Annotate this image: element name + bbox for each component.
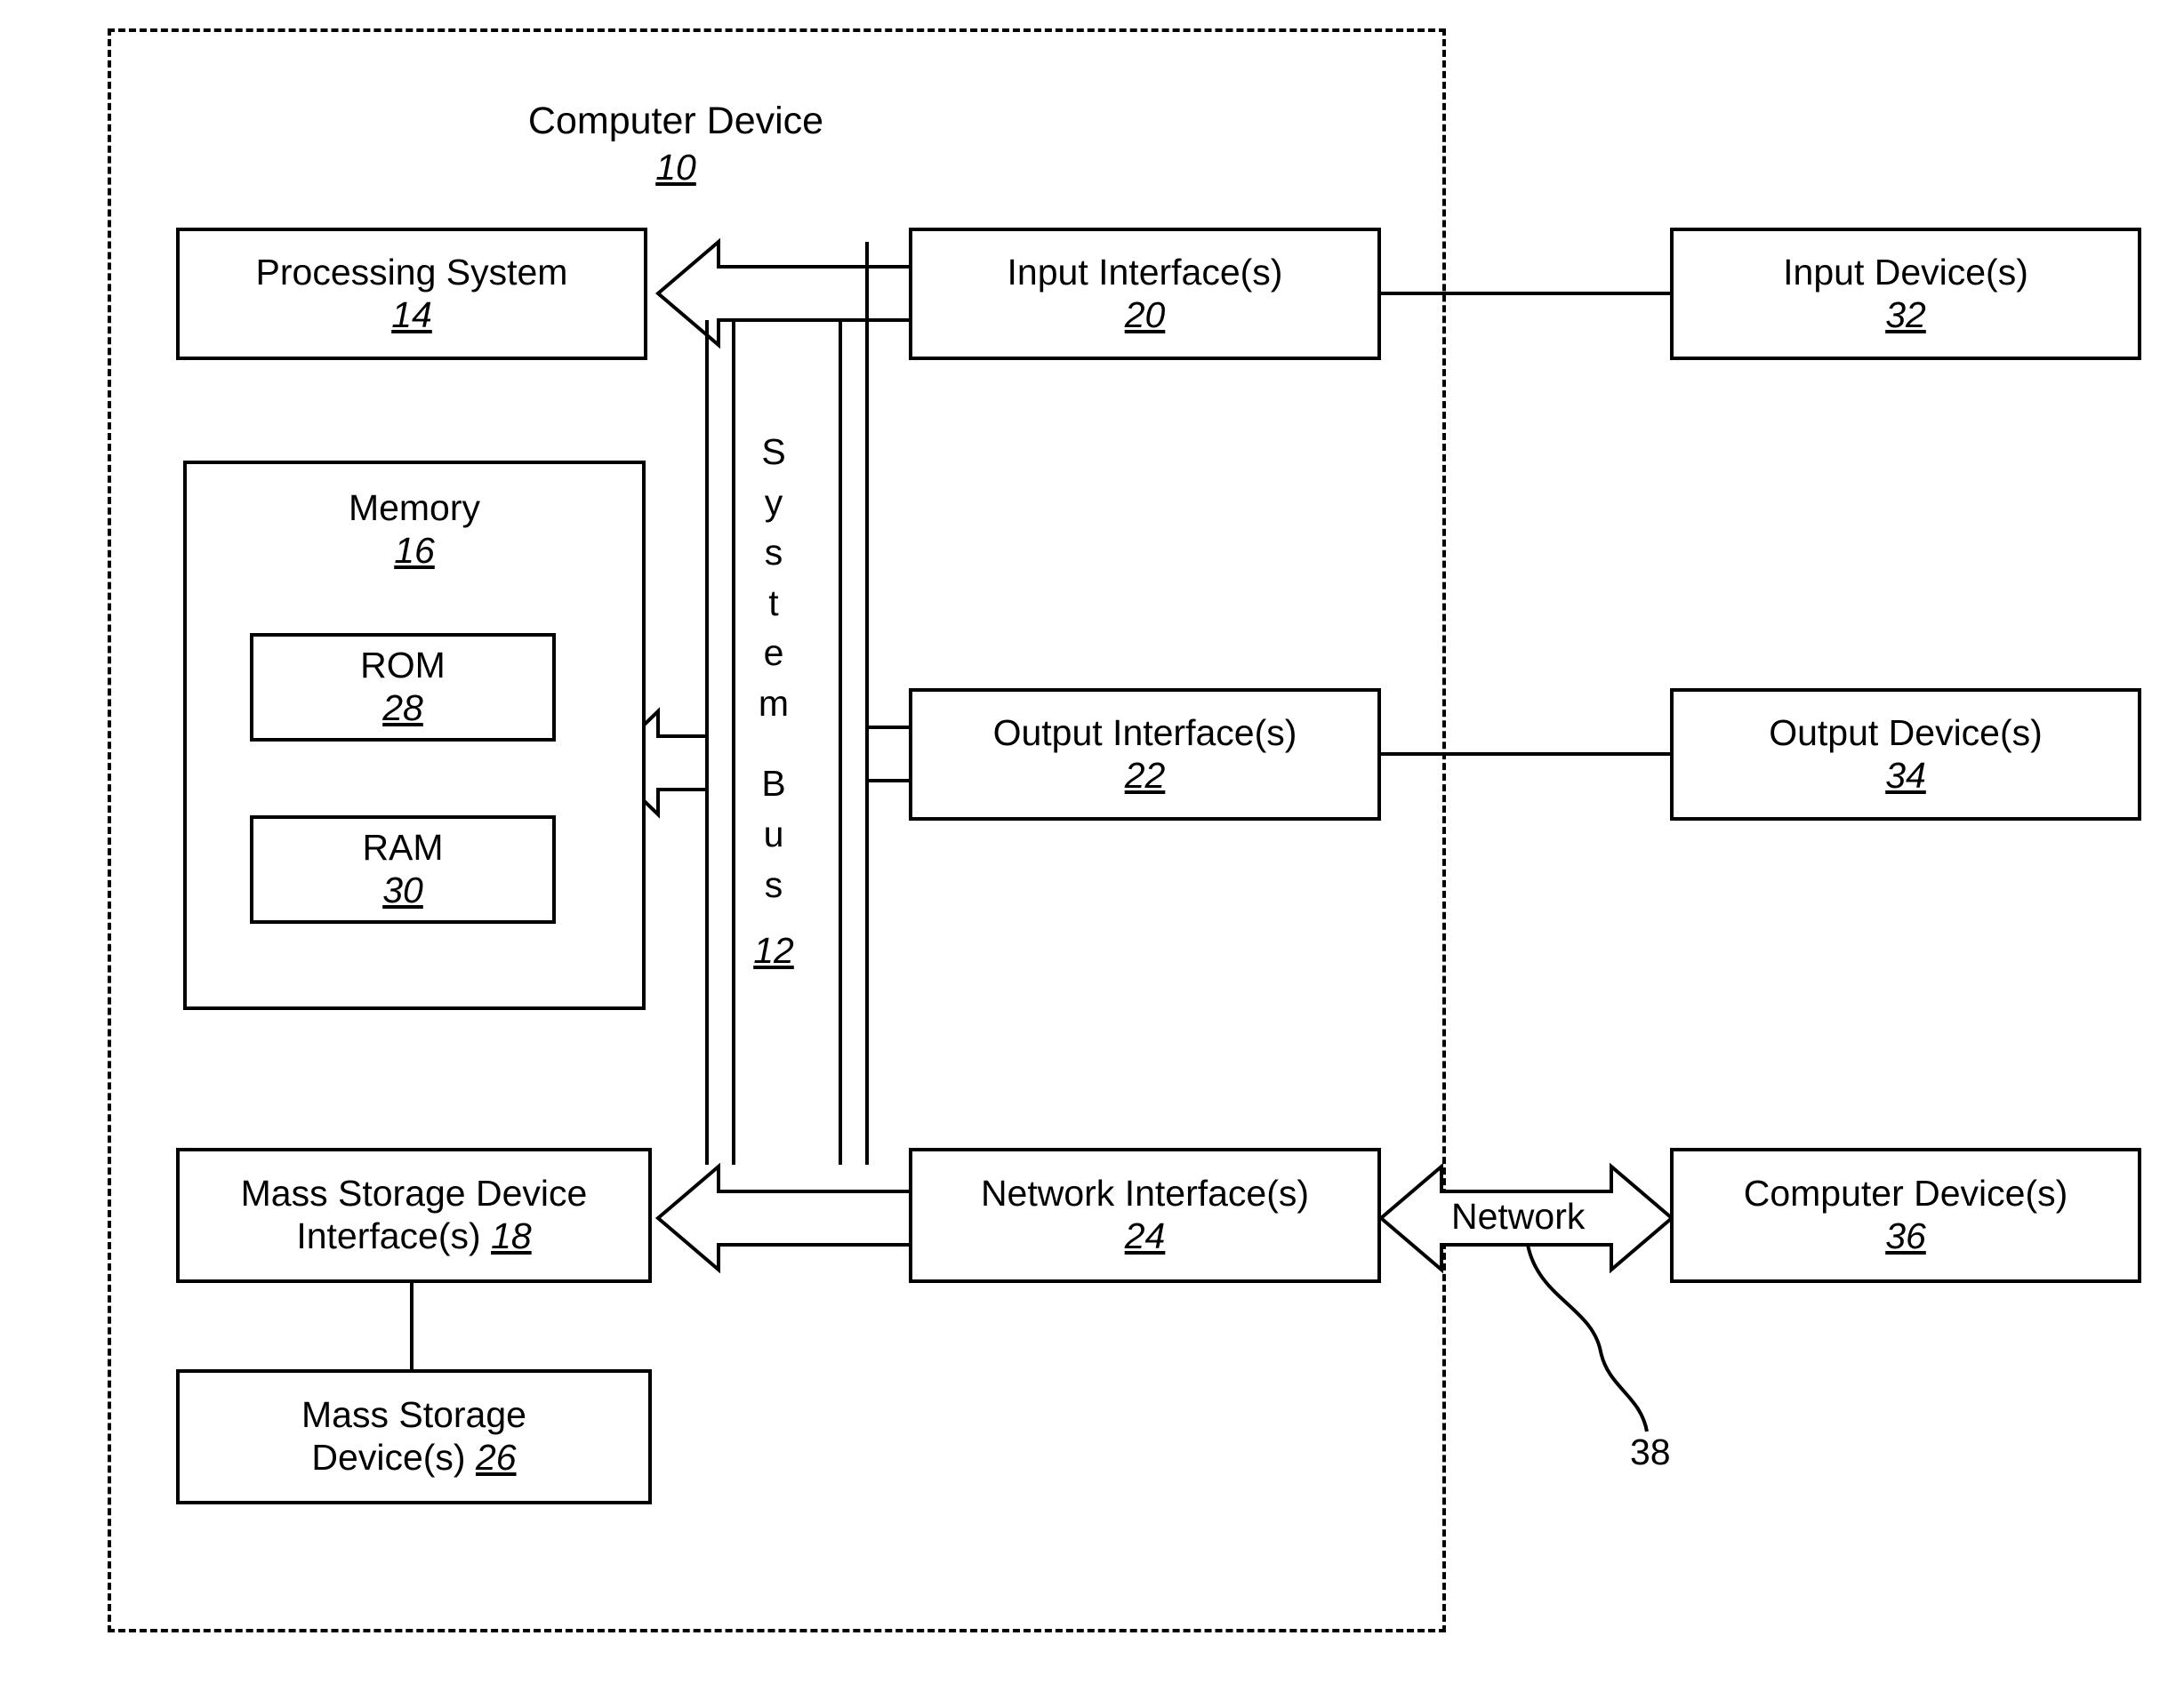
block-network-interface-title: Network Interface(s) [980,1173,1310,1215]
block-rom-ref: 28 [382,687,423,728]
block-network-interface[interactable]: Network Interface(s) 24 [909,1148,1381,1283]
bus-letter-0: S [761,431,786,472]
block-output-interface[interactable]: Output Interface(s) 22 [909,688,1381,821]
figure-caption-title: Computer Device [527,100,824,142]
block-mass-storage-device-title-line2: Device(s) 26 [311,1437,517,1478]
block-mass-storage-interface-ref: 18 [491,1215,532,1256]
block-output-interface-title: Output Interface(s) [992,711,1297,753]
block-input-device-title: Input Device(s) [1783,251,2028,293]
block-ram-title: RAM [362,827,444,869]
network-link-label: Network [1451,1196,1586,1237]
block-rom-title: ROM [360,645,446,686]
block-input-interface-ref: 20 [1124,293,1166,335]
bus-letter-3: t [768,581,779,623]
block-mass-storage-device-ref: 26 [475,1437,517,1478]
block-processing-system-ref: 14 [391,293,432,335]
block-input-interface[interactable]: Input Interface(s) 20 [909,228,1381,360]
bus-letter-4: e [763,632,784,674]
block-mass-storage-device-title-line1: Mass Storage [301,1394,526,1436]
bus-letter-8: s [764,863,783,905]
figure-caption: Computer Device 10 [498,98,854,191]
block-computer-devices[interactable]: Computer Device(s) 36 [1670,1148,2141,1283]
block-mass-storage-interface-title-line1: Mass Storage Device [240,1173,588,1215]
block-mass-storage-interface[interactable]: Mass Storage Device Interface(s) 18 [176,1148,652,1283]
block-ram[interactable]: RAM 30 [250,815,556,924]
system-bus-label: S y s t e m B u s 12 [747,427,800,976]
block-input-interface-title: Input Interface(s) [1007,251,1283,293]
block-input-device-ref: 32 [1885,293,1926,335]
block-processing-system-title: Processing System [255,251,568,293]
block-memory-title: Memory [348,487,481,528]
block-output-device-ref: 34 [1885,754,1926,796]
block-rom[interactable]: ROM 28 [250,633,556,742]
block-mass-storage-interface-title-line2: Interface(s) 18 [296,1215,532,1256]
bus-letter-1: y [764,481,783,523]
block-processing-system[interactable]: Processing System 14 [176,228,647,360]
block-output-device-title: Output Device(s) [1769,711,2043,753]
block-computer-devices-ref: 36 [1885,1215,1926,1256]
bus-letter-2: s [764,532,783,573]
block-output-interface-ref: 22 [1124,754,1166,796]
figure-caption-ref: 10 [655,147,696,188]
block-diagram-figure: Computer Device 10 Processing System 14 … [0,0,2184,1708]
bus-letter-6: B [761,763,786,805]
block-memory-ref: 16 [394,529,435,571]
block-output-device[interactable]: Output Device(s) 34 [1670,688,2141,821]
network-link-ref: 38 [1630,1431,1671,1472]
bus-label-gap [747,728,800,758]
block-network-interface-ref: 24 [1124,1215,1166,1256]
bus-letter-7: u [763,814,784,855]
system-bus-ref: 12 [753,930,794,972]
block-ram-ref: 30 [382,870,423,910]
block-computer-devices-title: Computer Device(s) [1743,1173,2068,1215]
leader-line-38 [1526,1244,1649,1432]
bus-letter-5: m [758,682,790,724]
block-memory[interactable]: Memory 16 ROM 28 RAM 30 [183,461,646,1010]
block-input-device[interactable]: Input Device(s) 32 [1670,228,2141,360]
block-mass-storage-device[interactable]: Mass Storage Device(s) 26 [176,1369,652,1504]
